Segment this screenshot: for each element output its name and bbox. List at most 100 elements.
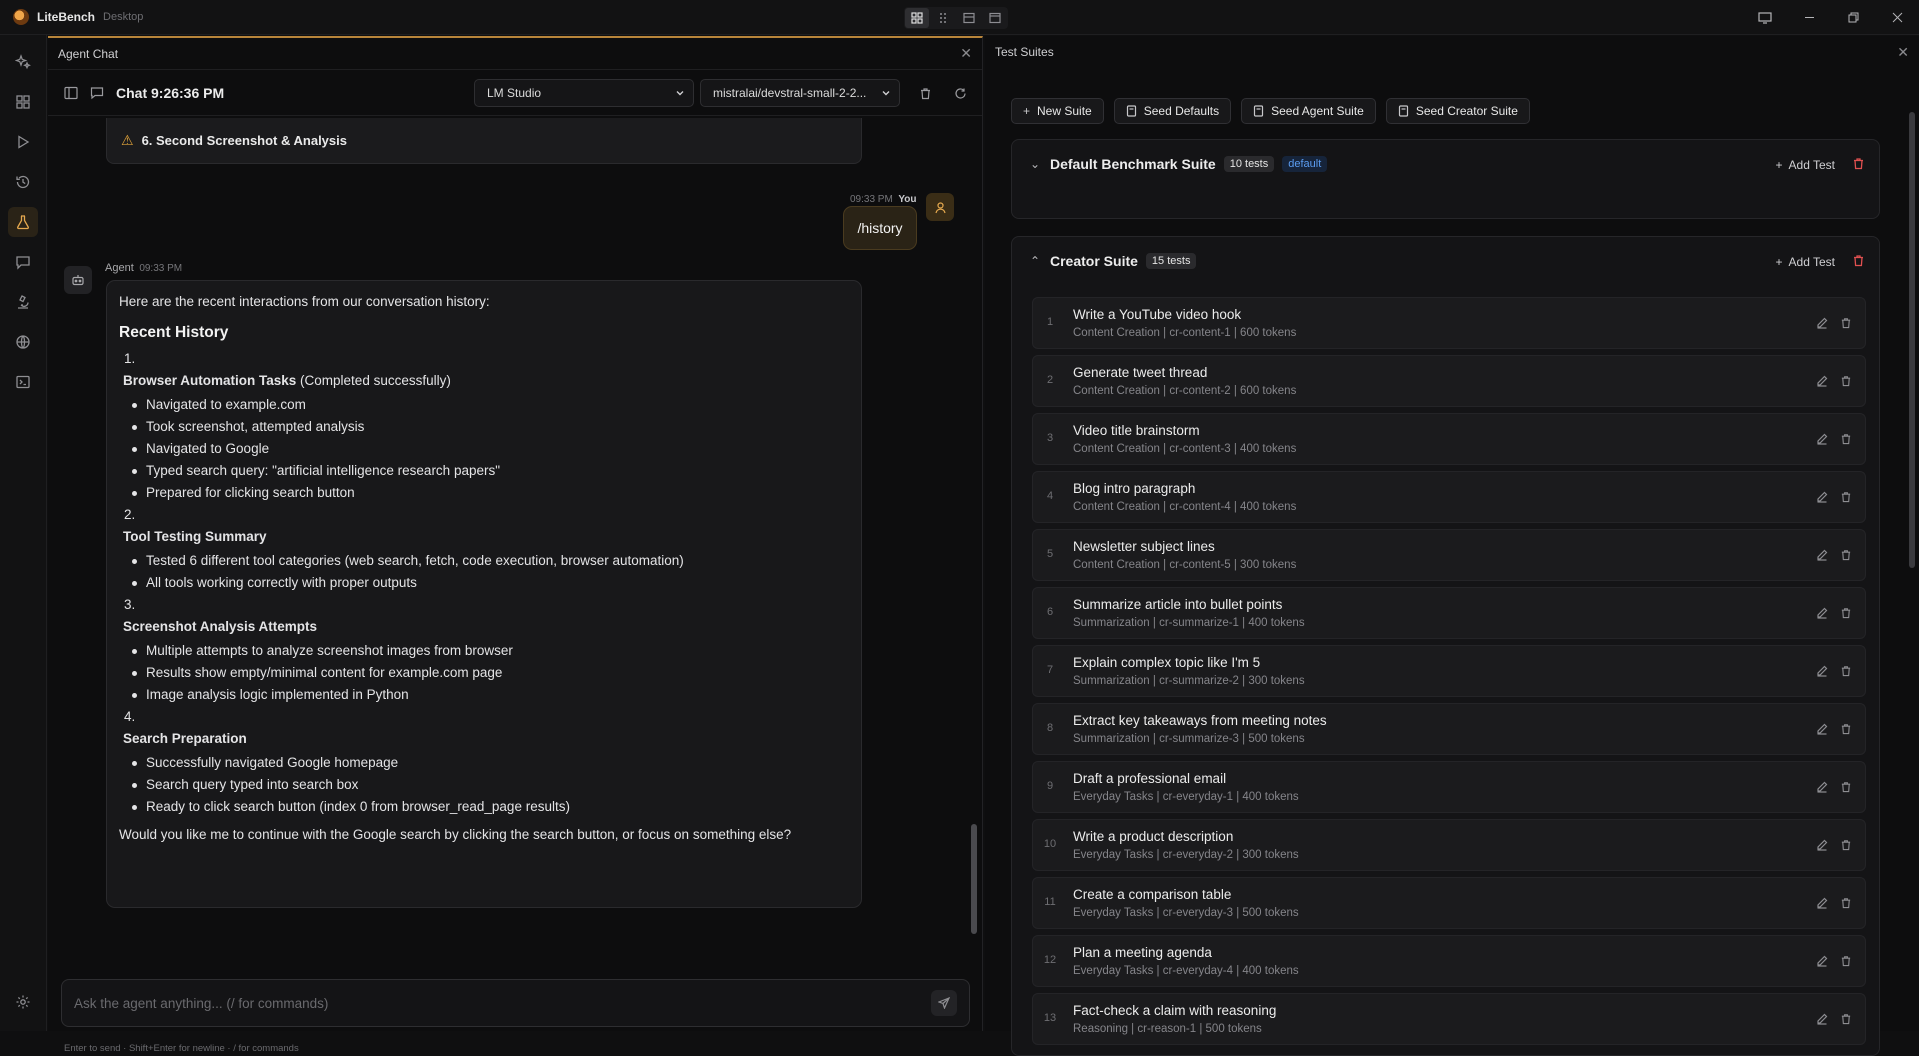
trash-icon[interactable] — [1840, 1013, 1852, 1025]
delete-creator-suite-icon[interactable] — [1852, 254, 1865, 267]
suites-scrollbar[interactable] — [1909, 76, 1915, 1026]
pencil-icon[interactable] — [1816, 781, 1828, 793]
flask-icon[interactable] — [8, 207, 38, 237]
test-row[interactable]: 3 Video title brainstorm Content Creation … — [1032, 413, 1866, 465]
send-button[interactable] — [931, 990, 957, 1016]
chat-input[interactable] — [74, 995, 931, 1011]
pencil-icon[interactable] — [1816, 433, 1828, 445]
test-row[interactable]: 6 Summarize article into bullet points Sum… — [1032, 587, 1866, 639]
user-message-bubble: /history — [843, 206, 917, 250]
test-meta: Reasoning | cr-reason-1 | 500 tokens — [1073, 1023, 1262, 1035]
test-title: Fact-check a claim with reasoning — [1073, 1003, 1277, 1018]
seed-creator-suite-label: Seed Creator Suite — [1415, 104, 1518, 118]
trash-icon[interactable] — [1840, 839, 1852, 851]
creator-suite-header[interactable]: ⌃ Creator Suite 15 tests — [1030, 253, 1197, 269]
gear-icon[interactable] — [8, 987, 38, 1017]
pencil-icon[interactable] — [1816, 839, 1828, 851]
trash-icon[interactable] — [1840, 781, 1852, 793]
monitor-icon[interactable] — [1743, 0, 1787, 35]
pencil-icon[interactable] — [1816, 317, 1828, 329]
delete-default-suite-icon[interactable] — [1852, 157, 1865, 170]
test-row[interactable]: 13 Fact-check a claim with reasoning Reaso… — [1032, 993, 1866, 1045]
seed-defaults-button[interactable]: Seed Defaults — [1113, 98, 1232, 124]
layout-switcher — [904, 7, 1008, 29]
chat-icon[interactable] — [8, 247, 38, 277]
sparkles-icon[interactable] — [8, 47, 38, 77]
pencil-icon[interactable] — [1816, 549, 1828, 561]
creator-suite-add-test-button[interactable]: + Add Test — [1776, 255, 1836, 269]
chevron-down-icon — [882, 91, 890, 96]
pencil-icon[interactable] — [1816, 665, 1828, 677]
test-row[interactable]: 12 Plan a meeting agenda Everyday Tasks | … — [1032, 935, 1866, 987]
model-select[interactable]: mistralai/devstral-small-2-2... — [700, 79, 900, 107]
section-number: 2. — [124, 507, 136, 522]
close-suites-panel-icon[interactable]: ✕ — [1897, 44, 1909, 61]
test-meta: Everyday Tasks | cr-everyday-1 | 400 tok… — [1073, 791, 1299, 803]
pencil-icon[interactable] — [1816, 607, 1828, 619]
seed-creator-suite-button[interactable]: Seed Creator Suite — [1385, 98, 1530, 124]
plus-icon: + — [1023, 104, 1031, 118]
test-row[interactable]: 9 Draft a professional email Everyday Task… — [1032, 761, 1866, 813]
close-chat-panel-icon[interactable]: ✕ — [960, 45, 972, 62]
pencil-icon[interactable] — [1816, 955, 1828, 967]
trash-icon[interactable] — [1840, 897, 1852, 909]
close-window-icon[interactable] — [1875, 0, 1919, 35]
dashboard-icon[interactable] — [8, 87, 38, 117]
suites-scrollbar-thumb[interactable] — [1909, 112, 1915, 568]
test-meta: Content Creation | cr-content-3 | 400 to… — [1073, 443, 1297, 455]
globe-icon[interactable] — [8, 327, 38, 357]
trash-icon[interactable] — [1840, 607, 1852, 619]
pencil-icon[interactable] — [1816, 1013, 1828, 1025]
provider-select[interactable]: LM Studio — [474, 79, 694, 107]
user-icon — [934, 201, 946, 213]
test-row[interactable]: 11 Create a comparison table Everyday Task… — [1032, 877, 1866, 929]
test-row[interactable]: 1 Write a YouTube video hook Content Creat… — [1032, 297, 1866, 349]
chat-panel-title: Agent Chat — [58, 46, 119, 61]
default-suite-header[interactable]: ⌄ Default Benchmark Suite 10 tests defau… — [1030, 156, 1328, 172]
trash-icon[interactable] — [1840, 375, 1852, 387]
terminal-icon[interactable] — [8, 367, 38, 397]
test-index: 12 — [1043, 954, 1057, 966]
bot-icon — [72, 275, 84, 286]
default-badge: default — [1282, 156, 1328, 172]
play-icon[interactable] — [8, 127, 38, 157]
minimize-icon[interactable] — [1787, 0, 1831, 35]
chat-messages[interactable]: ⚠ 6. Second Screenshot & Analysis 09:33 … — [48, 118, 983, 976]
test-row[interactable]: 2 Generate tweet thread Content Creation |… — [1032, 355, 1866, 407]
columns-layout-icon[interactable] — [931, 8, 955, 28]
history-icon[interactable] — [8, 167, 38, 197]
pencil-icon[interactable] — [1816, 375, 1828, 387]
trash-icon[interactable] — [1840, 665, 1852, 677]
refresh-icon[interactable] — [947, 80, 973, 106]
chat-scrollbar[interactable] — [971, 124, 977, 970]
trash-icon[interactable] — [1840, 549, 1852, 561]
test-row[interactable]: 4 Blog intro paragraph Content Creation | … — [1032, 471, 1866, 523]
trash-icon[interactable] — [1840, 433, 1852, 445]
pencil-icon[interactable] — [1816, 897, 1828, 909]
restore-icon[interactable] — [1831, 0, 1875, 35]
sidebar-toggle-icon[interactable] — [58, 80, 84, 106]
seed-agent-suite-button[interactable]: Seed Agent Suite — [1241, 98, 1376, 124]
pencil-icon[interactable] — [1816, 723, 1828, 735]
chevron-down-icon: ⌄ — [1030, 157, 1041, 171]
trash-icon[interactable] — [1840, 723, 1852, 735]
test-index: 11 — [1044, 896, 1056, 908]
split-layout-icon[interactable] — [957, 8, 981, 28]
trash-icon[interactable] — [1840, 955, 1852, 967]
pencil-icon[interactable] — [1816, 491, 1828, 503]
microscope-icon[interactable] — [8, 287, 38, 317]
test-row[interactable]: 8 Extract key takeaways from meeting note… — [1032, 703, 1866, 755]
trash-icon[interactable] — [912, 80, 938, 106]
single-layout-icon[interactable] — [983, 8, 1007, 28]
test-row[interactable]: 5 Newsletter subject lines Content Creatio… — [1032, 529, 1866, 581]
default-suite-card: ⌄ Default Benchmark Suite 10 tests defau… — [1011, 139, 1880, 219]
chat-scrollbar-thumb[interactable] — [971, 824, 977, 934]
trash-icon[interactable] — [1840, 317, 1852, 329]
test-title: Blog intro paragraph — [1073, 481, 1196, 496]
test-row[interactable]: 10 Write a product description Everyday Ta… — [1032, 819, 1866, 871]
new-suite-button[interactable]: + New Suite — [1011, 98, 1104, 124]
trash-icon[interactable] — [1840, 491, 1852, 503]
default-suite-add-test-button[interactable]: + Add Test — [1776, 158, 1836, 172]
grid-layout-icon[interactable] — [905, 8, 929, 28]
test-row[interactable]: 7 Explain complex topic like I'm 5 Summari… — [1032, 645, 1866, 697]
